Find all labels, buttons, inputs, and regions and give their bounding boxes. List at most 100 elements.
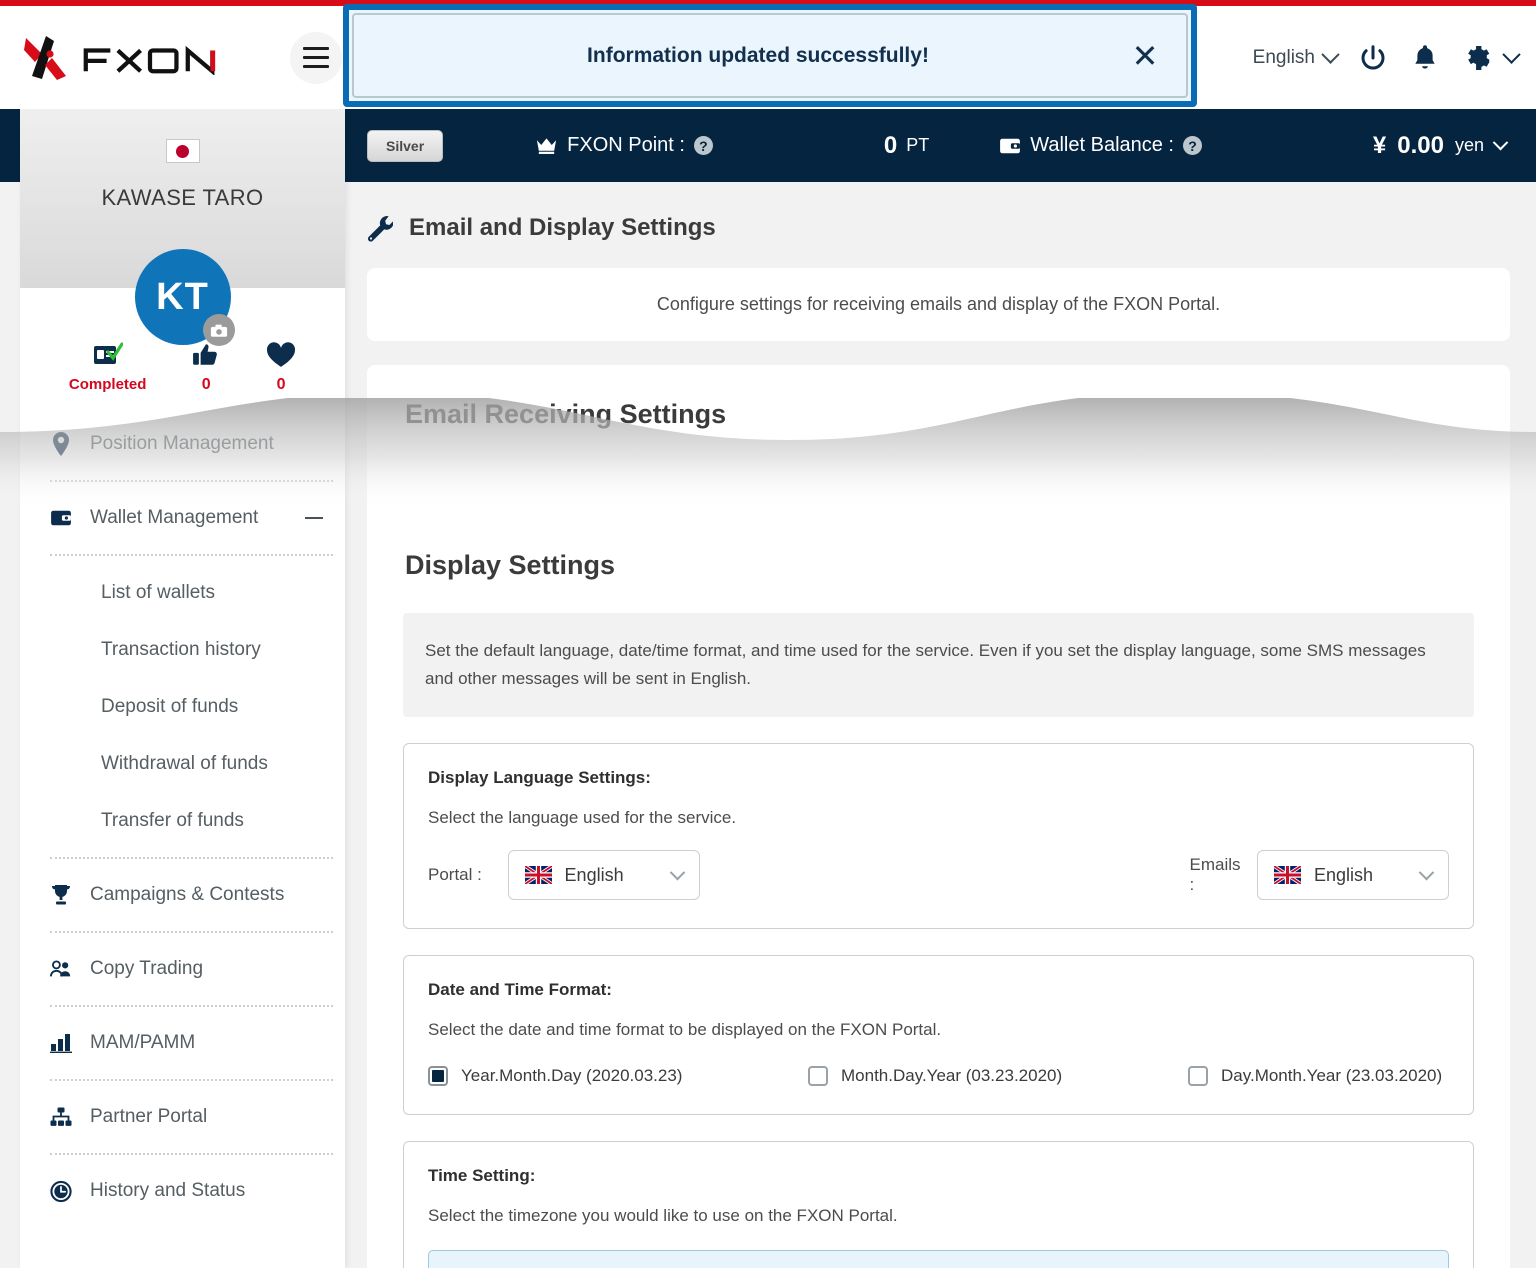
sidebar-subitem-transaction-history[interactable]: Transaction history [20, 621, 345, 678]
chevron-down-icon [1502, 45, 1521, 64]
sidebar-item-label: Wallet Management [90, 507, 259, 528]
logout-button[interactable] [1347, 32, 1399, 84]
uk-flag-icon [1274, 866, 1301, 885]
date-format-options: Year.Month.Day (2020.03.23) Month.Day.Ye… [428, 1066, 1449, 1087]
fxon-mark-icon [24, 35, 66, 80]
fxon-point-unit: PT [906, 135, 930, 155]
sidebar-item-history-and-status[interactable]: History and Status [20, 1163, 345, 1219]
date-format-option-dmy[interactable]: Day.Month.Year (23.03.2020) [1188, 1066, 1443, 1087]
date-format-option-ymd[interactable]: Year.Month.Day (2020.03.23) [428, 1066, 808, 1087]
portal-language-select[interactable]: English [507, 850, 700, 901]
date-format-title: Date and Time Format: [428, 980, 612, 1000]
stat-likes[interactable]: 0 [192, 342, 220, 394]
date-format-option-label: Month.Day.Year (03.23.2020) [841, 1066, 1063, 1086]
menu-divider [50, 480, 333, 482]
notifications-button[interactable] [1399, 32, 1451, 84]
sidebar-subitem-list-of-wallets[interactable]: List of wallets [20, 564, 345, 621]
wallet-currency-unit: yen [1454, 135, 1484, 155]
date-format-block: Date and Time Format: Select the date an… [403, 955, 1474, 1116]
page-title-group: Email and Display Settings [345, 182, 1536, 242]
fxon-point-value: 0 [883, 131, 898, 159]
sidebar-item-label: History and Status [90, 1180, 246, 1201]
heart-icon [267, 342, 296, 367]
header-language-label: English [1252, 46, 1315, 68]
sidebar-item-position-management[interactable]: Position Management [20, 416, 345, 472]
hamburger-menu-button[interactable] [290, 31, 343, 84]
sidebar-subitem-withdrawal-of-funds[interactable]: Withdrawal of funds [20, 735, 345, 792]
bar-chart-icon [50, 1033, 72, 1053]
language-selectors-row: Portal : English Emails : English [428, 850, 1449, 901]
settings-card: Email Receiving Settings Display Setting… [367, 365, 1510, 1268]
stat-verification[interactable]: Completed [68, 342, 147, 394]
sidebar-subitem-transfer-of-funds[interactable]: Transfer of funds [20, 792, 345, 849]
stat-likes-value: 0 [201, 376, 211, 393]
fxon-point-value-group: 0 PT [884, 132, 929, 160]
sitemap-icon [50, 1107, 72, 1127]
fxon-point-group: FXON Point : ? [535, 134, 713, 157]
radio-selected-icon[interactable] [428, 1066, 448, 1087]
chevron-down-icon [1321, 45, 1340, 64]
wallet-balance-label: Wallet Balance : [1030, 134, 1174, 156]
help-icon[interactable]: ? [693, 136, 713, 155]
emails-language-select[interactable]: English [1257, 850, 1449, 901]
people-icon [50, 959, 72, 979]
jp-flag-icon [165, 139, 200, 163]
sidebar-item-wallet-management[interactable]: Wallet Management [20, 490, 345, 546]
sidebar-item-label: MAM/PAMM [90, 1032, 196, 1053]
menu-divider [50, 857, 333, 859]
currency-symbol: ¥ [1372, 131, 1387, 159]
sidebar-item-label: Campaigns & Contests [90, 884, 285, 905]
intro-text: Configure settings for receiving emails … [656, 294, 1221, 314]
sidebar-item-label: Partner Portal [90, 1106, 208, 1127]
sidebar-item-campaigns-contests[interactable]: Campaigns & Contests [20, 867, 345, 923]
settings-menu[interactable] [1451, 32, 1521, 84]
toast-close-button[interactable]: ✕ [1122, 33, 1168, 79]
portal-language-value: English [564, 864, 624, 885]
change-avatar-button[interactable] [202, 314, 235, 346]
date-format-option-mdy[interactable]: Month.Day.Year (03.23.2020) [808, 1066, 1188, 1087]
wallet-icon [1000, 138, 1021, 153]
date-format-option-label: Day.Month.Year (23.03.2020) [1221, 1066, 1443, 1086]
sidebar-item-partner-portal[interactable]: Partner Portal [20, 1089, 345, 1145]
header-language-selector[interactable]: English [1252, 45, 1340, 69]
time-setting-title: Time Setting: [428, 1166, 536, 1186]
wallet-icon [50, 509, 72, 527]
menu-divider [50, 1005, 333, 1007]
sidebar-subitem-deposit-of-funds[interactable]: Deposit of funds [20, 678, 345, 735]
chevron-down-icon [669, 864, 685, 881]
camera-icon [210, 324, 227, 337]
sidebar: KAWASE TARO KT Completed 0 0 Position Ma… [20, 109, 345, 1268]
wallet-balance-value-group[interactable]: ¥ 0.00 yen [1372, 131, 1509, 160]
settings-button[interactable] [1451, 32, 1503, 84]
help-icon[interactable]: ? [1183, 136, 1202, 155]
clock-icon [50, 1180, 72, 1203]
toast-message: Information updated successfully! [587, 43, 929, 67]
menu-divider [50, 554, 333, 556]
hamburger-bar-icon [303, 65, 330, 68]
timezone-select[interactable]: (UTC+09:00) Osaka, Sapporo, Tokyo [428, 1250, 1449, 1268]
location-pin-icon [50, 432, 72, 456]
radio-unselected-icon[interactable] [808, 1066, 828, 1087]
stat-verification-label: Completed [68, 376, 147, 393]
sidebar-item-mam-pamm[interactable]: MAM/PAMM [20, 1015, 345, 1071]
fxon-logo[interactable] [22, 32, 248, 84]
sidebar-menu: Position Management Wallet Management Li… [20, 416, 345, 1219]
email-receiving-section-title: Email Receiving Settings [405, 399, 727, 429]
display-settings-note: Set the default language, date/time form… [403, 613, 1474, 718]
tier-badge[interactable]: Silver [367, 129, 444, 162]
collapse-icon[interactable] [305, 516, 323, 520]
gear-icon [1468, 45, 1490, 70]
portal-language-label: Portal : [428, 865, 482, 885]
account-summary-inner: Silver FXON Point : ? 0 PT Wallet Balanc… [345, 109, 1536, 182]
uk-flag-icon [524, 866, 552, 885]
radio-unselected-icon[interactable] [1188, 1066, 1208, 1087]
page-title: Email and Display Settings [409, 214, 716, 241]
date-format-option-label: Year.Month.Day (2020.03.23) [461, 1066, 683, 1086]
display-language-block: Display Language Settings: Select the la… [403, 743, 1474, 930]
sidebar-item-copy-trading[interactable]: Copy Trading [20, 941, 345, 997]
hamburger-bar-icon [303, 56, 330, 59]
stat-favorites[interactable]: 0 [266, 342, 296, 394]
toast-inner: Information updated successfully! ✕ [352, 13, 1188, 98]
menu-divider [50, 931, 333, 933]
wrench-icon [367, 215, 393, 242]
